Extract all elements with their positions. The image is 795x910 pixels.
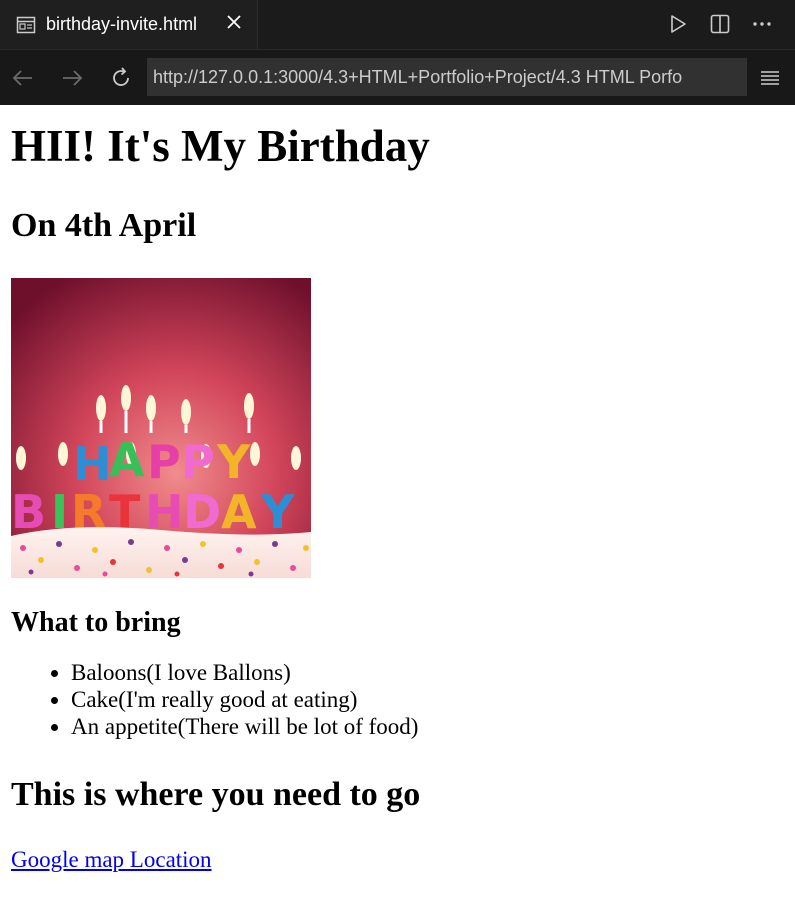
reload-icon[interactable] xyxy=(109,66,133,90)
preview-icon xyxy=(16,15,36,35)
forward-icon[interactable] xyxy=(60,66,84,90)
bring-heading: What to bring xyxy=(11,607,181,638)
svg-text:P: P xyxy=(147,435,181,489)
google-map-link[interactable]: Google map Location xyxy=(11,847,212,873)
list-item: Cake(I'm really good at eating) xyxy=(71,686,784,713)
svg-text:H: H xyxy=(73,437,112,491)
list-item: An appetite(There will be lot of food) xyxy=(71,713,784,740)
bring-list: Baloons(I love Ballons) Cake(I'm really … xyxy=(11,659,784,740)
svg-text:D: D xyxy=(183,485,221,539)
birthday-cake-image: H A P P Y B I R T H D A Y xyxy=(11,278,311,578)
more-icon[interactable] xyxy=(751,13,773,35)
svg-text:Y: Y xyxy=(260,485,295,539)
menu-icon[interactable] xyxy=(759,67,781,89)
url-input[interactable]: http://127.0.0.1:3000/4.3+HTML+Portfolio… xyxy=(147,58,747,96)
editor-actions xyxy=(667,13,773,35)
svg-text:Y: Y xyxy=(216,435,251,489)
svg-text:A: A xyxy=(109,433,145,487)
tab-birthday-invite[interactable]: birthday-invite.html xyxy=(0,0,258,49)
date-heading: On 4th April xyxy=(11,207,197,244)
split-editor-icon[interactable] xyxy=(709,13,731,35)
location-heading: This is where you need to go xyxy=(11,776,421,813)
back-icon[interactable] xyxy=(11,66,35,90)
svg-text:P: P xyxy=(181,435,215,489)
tab-title: birthday-invite.html xyxy=(46,14,198,34)
close-icon[interactable] xyxy=(225,13,243,31)
play-icon[interactable] xyxy=(667,13,689,35)
tab-bar: birthday-invite.html xyxy=(0,0,795,49)
svg-text:A: A xyxy=(221,485,257,539)
list-item: Baloons(I love Ballons) xyxy=(71,659,784,686)
page-content: HII! It's My Birthday On 4th April H A P… xyxy=(0,120,795,873)
page-heading: HII! It's My Birthday xyxy=(11,121,430,171)
browser-toolbar: http://127.0.0.1:3000/4.3+HTML+Portfolio… xyxy=(0,49,795,105)
